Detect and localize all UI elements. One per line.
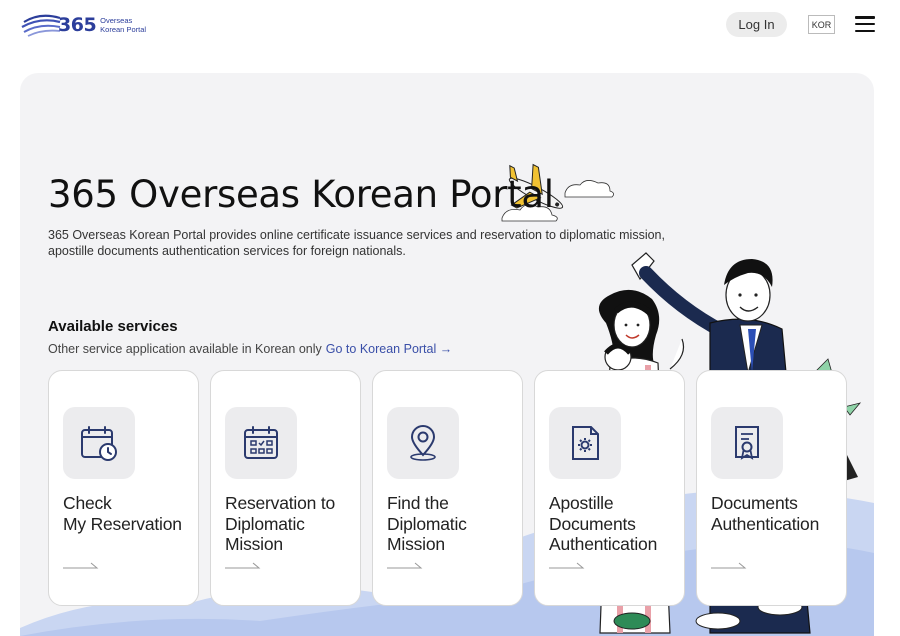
service-cards: Check My Reservation Reservation to Dipl… (48, 370, 848, 606)
logo-text: Overseas Korean Portal (100, 16, 146, 34)
arrow-right-icon (549, 562, 585, 569)
card-icon-box (711, 407, 783, 479)
logo-line-1: Overseas (100, 16, 133, 25)
page-title: 365 Overseas Korean Portal (48, 173, 554, 216)
certificate-icon (735, 426, 759, 460)
location-pin-icon (410, 425, 436, 461)
card-icon-box (549, 407, 621, 479)
menu-bar (855, 22, 875, 26)
subtitle-text: Other service application available in K… (48, 342, 322, 356)
calendar-clock-icon (81, 426, 117, 461)
card-icon-box (63, 407, 135, 479)
arrow-right-icon (711, 562, 747, 569)
card-label: Find the Diplomatic Mission (387, 493, 467, 554)
cloud-icon (564, 180, 614, 198)
card-icon-box (225, 407, 297, 479)
card-label: Documents Authentication (711, 493, 820, 534)
logo-number: 365 (58, 14, 97, 36)
card-label: Reservation to Diplomatic Mission (225, 493, 336, 554)
language-selector[interactable]: KOR (808, 15, 835, 34)
service-card-find-mission[interactable]: Find the Diplomatic Mission (372, 370, 523, 606)
menu-bar (855, 16, 875, 19)
child-illustration (604, 343, 632, 371)
card-label: Apostille Documents Authentication (549, 493, 658, 554)
available-services-subtitle: Other service application available in K… (48, 342, 452, 356)
menu-bar (855, 29, 875, 32)
hero-section: 365 Overseas Korean Portal 365 Overseas … (20, 73, 874, 636)
service-card-check-reservation[interactable]: Check My Reservation (48, 370, 199, 606)
korean-portal-link[interactable]: Go to Korean Portal → (326, 342, 452, 356)
site-logo[interactable]: 365 Overseas Korean Portal (20, 10, 160, 40)
available-services-heading: Available services (48, 318, 178, 335)
login-button[interactable]: Log In (726, 12, 787, 37)
arrow-right-icon (225, 562, 261, 569)
arrow-right-icon (387, 562, 423, 569)
logo-line-2: Korean Portal (100, 25, 147, 34)
hero-description: 365 Overseas Korean Portal provides onli… (48, 228, 665, 258)
card-icon-box (387, 407, 459, 479)
service-card-reservation-mission[interactable]: Reservation to Diplomatic Mission (210, 370, 361, 606)
header: 365 Overseas Korean Portal Log In KOR (0, 0, 900, 52)
card-label: Check My Reservation (63, 493, 182, 534)
calendar-grid-icon (244, 426, 278, 459)
hamburger-menu-icon[interactable] (855, 16, 875, 32)
arrow-right-icon (63, 562, 99, 569)
service-card-documents-authentication[interactable]: Documents Authentication (696, 370, 847, 606)
service-card-apostille[interactable]: Apostille Documents Authentication (534, 370, 685, 606)
document-gear-icon (572, 426, 599, 460)
